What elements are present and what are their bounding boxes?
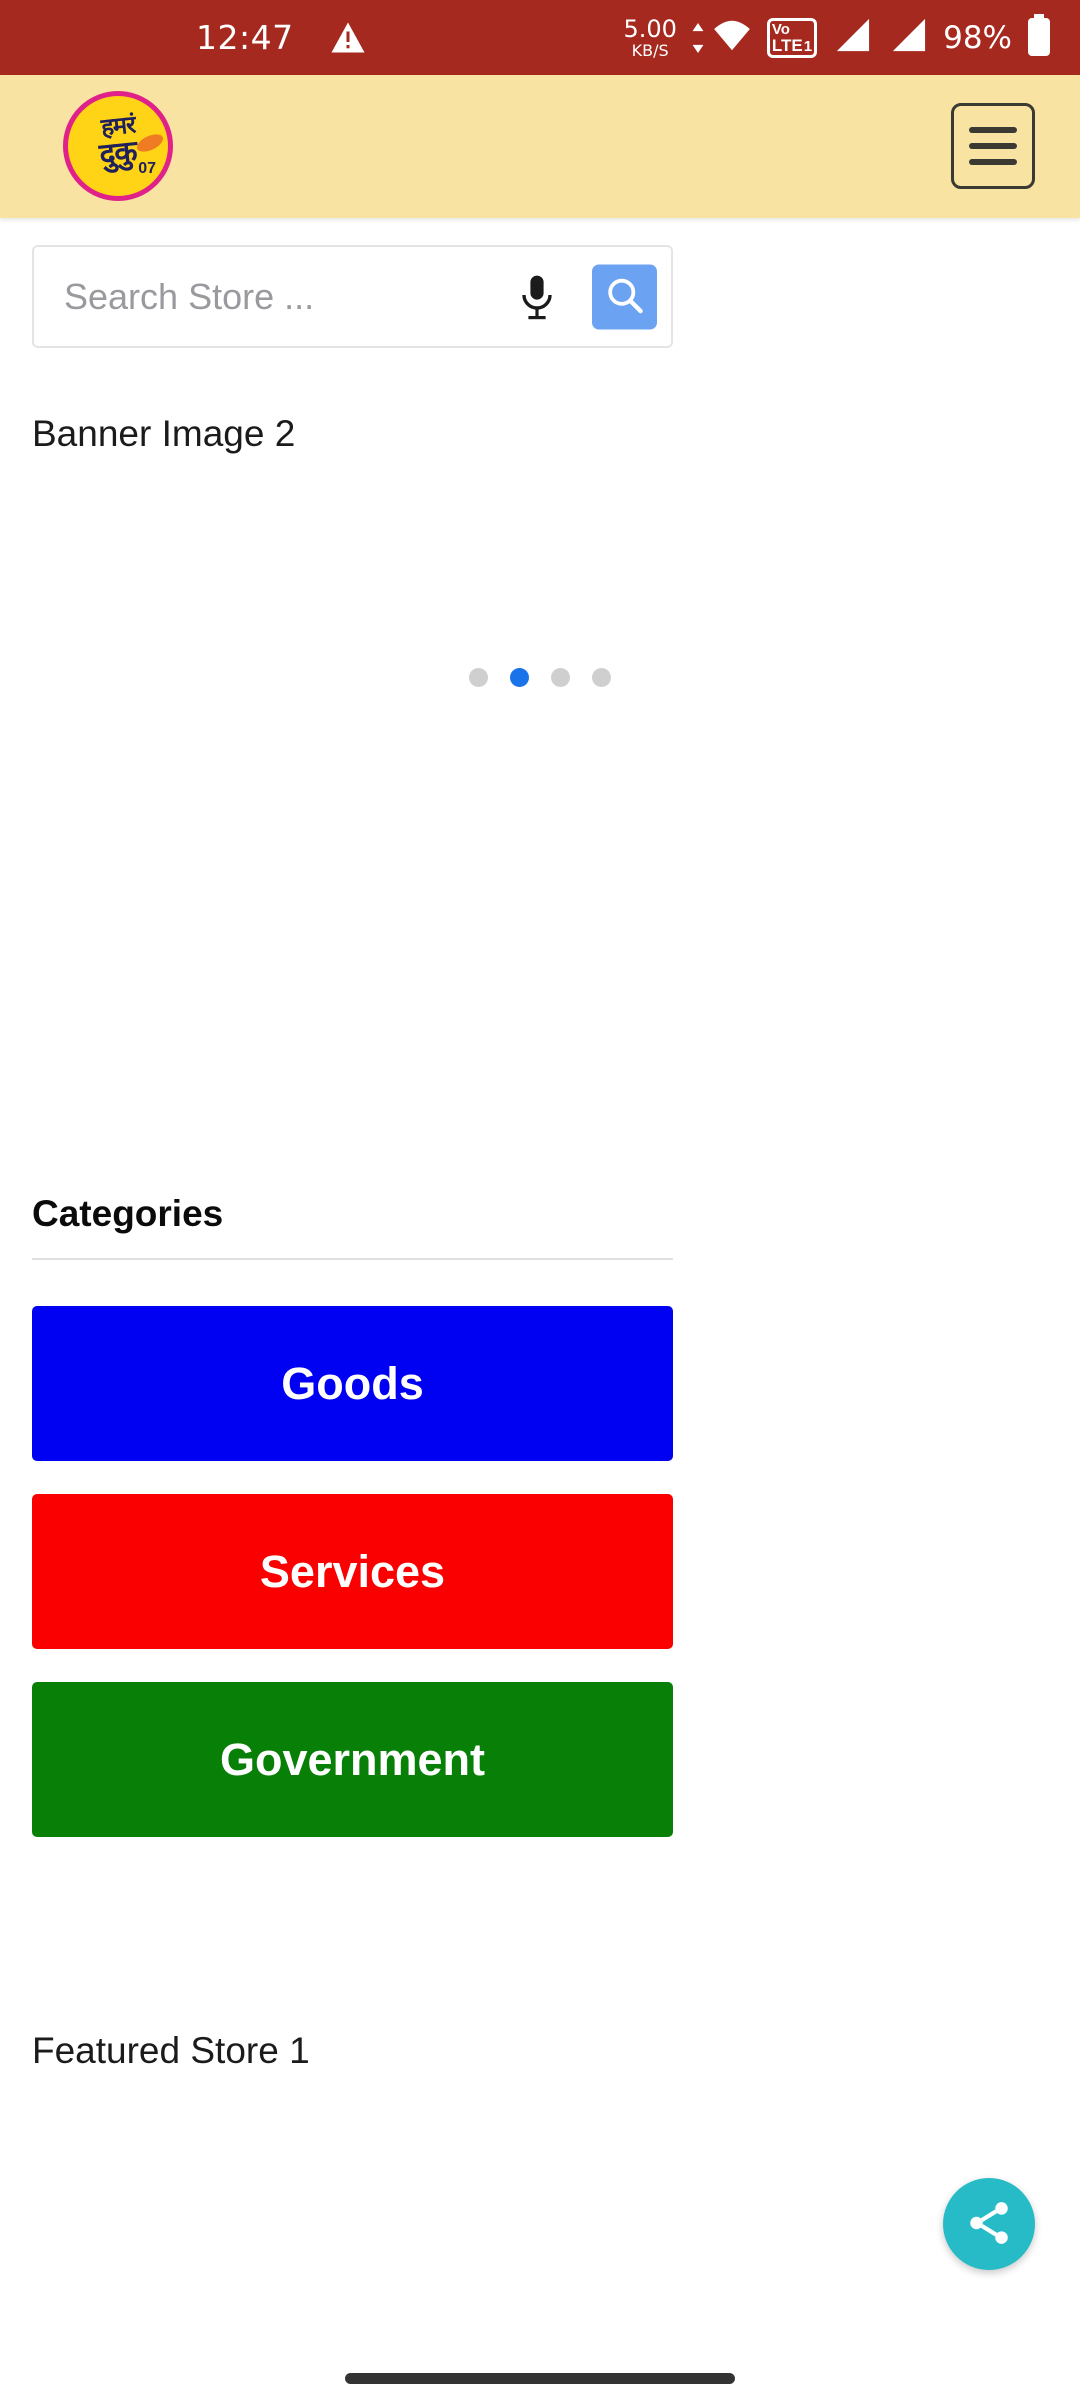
hamburger-line — [969, 159, 1017, 165]
carousel-dot[interactable] — [592, 668, 611, 687]
carousel-dot[interactable] — [469, 668, 488, 687]
search-icon — [606, 276, 644, 317]
category-button-services[interactable]: Services — [32, 1494, 673, 1649]
share-button[interactable] — [943, 2178, 1035, 2270]
network-speed-unit: KB/S — [631, 40, 669, 60]
status-bar-clock: 12:47 — [196, 18, 294, 57]
carousel-dots — [0, 668, 1080, 687]
battery-full-icon — [1026, 14, 1052, 61]
data-transfer-arrows-icon — [691, 22, 705, 53]
category-button-government[interactable]: Government — [32, 1682, 673, 1837]
volte-lte-label: LTE — [771, 35, 803, 55]
hamburger-line — [969, 127, 1017, 133]
app-logo-badge-number: 07 — [138, 160, 156, 177]
search-input[interactable] — [64, 247, 524, 346]
category-button-goods[interactable]: Goods — [32, 1306, 673, 1461]
volte-sim-number: 1 — [803, 37, 813, 55]
status-bar-right-icons: 5.00 KB/S Vo LTE 1 98% — [623, 0, 1052, 75]
share-icon — [964, 2198, 1014, 2251]
search-bar — [32, 245, 673, 348]
banner-image-label: Banner Image 2 — [32, 413, 296, 454]
home-gesture-pill[interactable] — [345, 2373, 735, 2384]
search-button[interactable] — [592, 264, 657, 329]
status-bar: 12:47 5.00 KB/S Vo LTE 1 98% — [0, 0, 1080, 75]
microphone-icon[interactable] — [513, 271, 561, 323]
carousel-dot-active[interactable] — [510, 668, 529, 687]
volte-icon: Vo LTE 1 — [766, 17, 818, 58]
wifi-icon — [711, 18, 753, 57]
signal-bars-icon — [831, 17, 873, 58]
app-screen: 12:47 5.00 KB/S Vo LTE 1 98% हमरं दुकु 0… — [0, 0, 1080, 2400]
network-speed-value: 5.00 — [623, 14, 677, 43]
carousel-dot[interactable] — [551, 668, 570, 687]
android-navigation-bar — [0, 2342, 1080, 2400]
hamburger-menu-button[interactable] — [951, 103, 1035, 189]
app-header: हमरं दुकु 07 — [0, 75, 1080, 218]
battery-percentage: 98% — [943, 19, 1012, 56]
network-speed-indicator: 5.00 KB/S — [623, 17, 676, 59]
app-logo[interactable]: हमरं दुकु 07 — [63, 91, 173, 201]
banner-carousel[interactable]: Banner Image 2 — [0, 395, 1080, 750]
hamburger-line — [969, 143, 1017, 149]
volte-vo-label: Vo — [771, 20, 790, 38]
featured-store-label: Featured Store 1 — [32, 2030, 310, 2071]
warning-triangle-icon — [330, 21, 366, 59]
categories-heading: Categories — [32, 1193, 224, 1234]
signal-bars-icon — [887, 17, 929, 58]
categories-divider — [32, 1258, 673, 1260]
